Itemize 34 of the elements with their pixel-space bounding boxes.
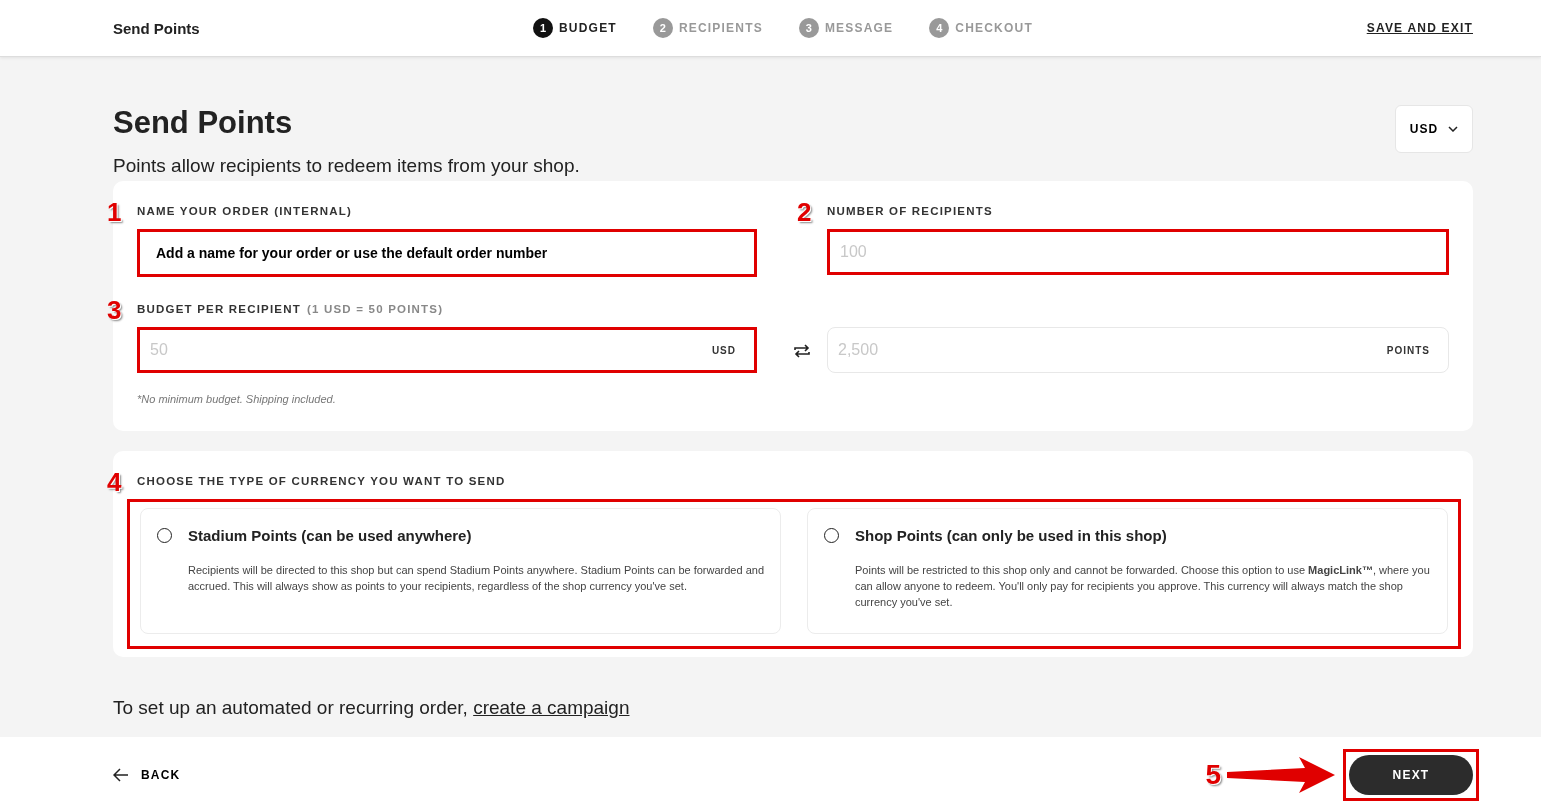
currency-option[interactable] — [140, 508, 781, 634]
page-subtitle: Points allow recipients to redeem items from your shop. — [113, 155, 580, 177]
save-and-exit-link[interactable]: SAVE AND EXIT — [1366, 21, 1473, 35]
callout-number: 4 — [107, 467, 122, 498]
order-name-field[interactable]: Add a name for your order or use the default order number — [137, 229, 757, 277]
option-description: Points will be restricted to this shop only and cannot be forwarded. Choose this option to use MagicLink™, where you can allow anyone to redeem. You'll only pay for recipients you approve. This currency will always match the shop currency you've set. — [855, 563, 1431, 610]
create-campaign-link[interactable]: create a campaign — [473, 697, 630, 718]
callout-number: 3 — [107, 295, 122, 326]
field-label: BUDGET PER RECIPIENT — [137, 303, 301, 317]
step-tab[interactable]: BUDGET — [559, 21, 617, 35]
app-title: Send Points — [113, 19, 201, 37]
chevron-down-icon — [1448, 126, 1459, 132]
currency-option[interactable] — [807, 508, 1448, 634]
step-number: 2 — [652, 18, 673, 38]
back-button[interactable]: BACK — [113, 767, 181, 782]
page-title: Send Points — [113, 105, 294, 141]
currency-select[interactable]: USD — [1395, 105, 1473, 153]
arrow-left-icon — [113, 767, 129, 782]
option-title: Shop Points (can only be used in this shop) — [855, 527, 1168, 544]
field-label: NAME YOUR ORDER (INTERNAL) — [137, 205, 352, 219]
step-number: 3 — [798, 18, 819, 38]
field-label: NUMBER OF RECIPIENTS — [827, 205, 993, 219]
option-title: Stadium Points (can be used anywhere) — [188, 527, 473, 544]
callout-number: 2 — [797, 197, 812, 228]
budget-note: *No minimum budget. Shipping included. — [137, 393, 337, 405]
campaign-text: To set up an automated or recurring order, create a campaign — [113, 697, 631, 719]
callout-number: 5 — [1205, 758, 1221, 791]
step-number: 1 — [533, 18, 553, 38]
step-number: 4 — [929, 18, 950, 38]
next-button[interactable]: NEXT — [1349, 754, 1473, 795]
conversion-rate: (1 USD = 50 POINTS) — [306, 303, 444, 317]
option-description: Recipients will be directed to this shop but can spend Stadium Points anywhere. Stadium Points can be forwarded and accrued. This will always show as points to your recipients, regardless of the shop currency you've set. — [188, 563, 764, 594]
field-label: CHOOSE THE TYPE OF CURRENCY YOU WANT TO SEND — [137, 475, 506, 489]
callout-number: 1 — [107, 197, 122, 228]
